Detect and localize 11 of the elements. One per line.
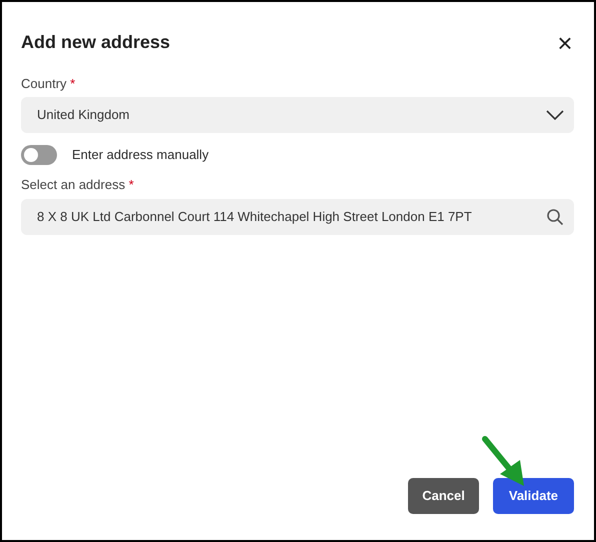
cancel-button[interactable]: Cancel bbox=[408, 478, 479, 514]
dialog-title: Add new address bbox=[21, 32, 170, 54]
validate-button[interactable]: Validate bbox=[492, 478, 574, 514]
search-icon bbox=[546, 208, 564, 226]
field-label: Select an address * bbox=[21, 177, 134, 192]
country-select[interactable]: United Kingdom bbox=[21, 97, 574, 134]
chevron-down-icon bbox=[546, 110, 564, 120]
toggle-label: Enter address manually bbox=[72, 146, 209, 164]
field-label: Country * bbox=[21, 76, 76, 91]
toggle-switch[interactable] bbox=[21, 145, 57, 166]
address-field[interactable]: 8 X 8 UK Ltd Carbonnel Court 114 Whitechapel High Street London E1 7PT bbox=[21, 198, 574, 235]
